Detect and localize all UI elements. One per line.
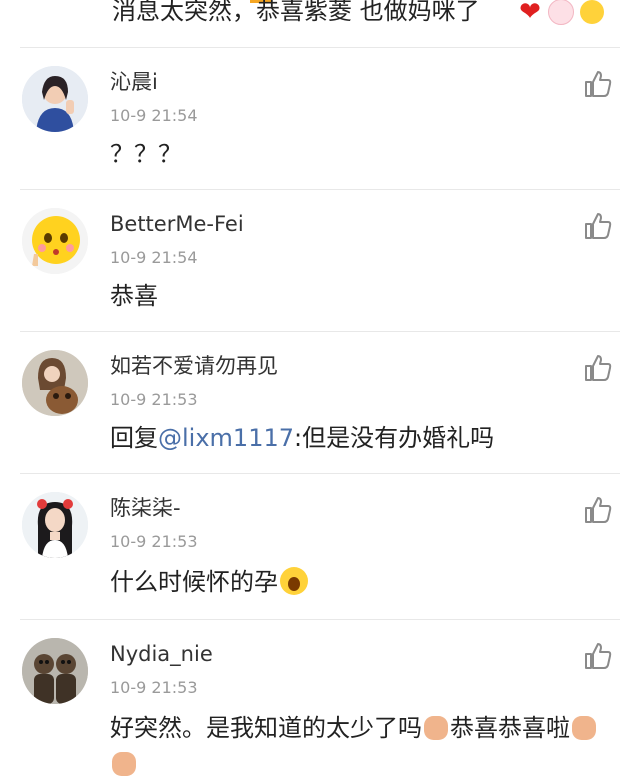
like-icon[interactable] <box>582 494 614 526</box>
avatar[interactable] <box>22 638 88 704</box>
comment-body: 好突然。是我知道的太少了吗 <box>110 714 422 742</box>
avatar[interactable] <box>22 492 88 558</box>
comment-list-page: 消息太突然，恭喜紫菱 也做妈咪了 ❤ 沁晨i 10-9 21:54 ？？？ Be… <box>0 0 640 779</box>
comment-item[interactable]: Nydia_nie 10-9 21:53 好突然。是我知道的太少了吗 恭喜恭喜啦 <box>0 620 640 779</box>
heart-icon: ❤ <box>519 0 541 27</box>
like-icon[interactable] <box>582 210 614 242</box>
like-icon[interactable] <box>582 68 614 100</box>
previous-comment-tail: 消息太突然，恭喜紫菱 也做妈咪了 ❤ <box>0 0 640 47</box>
like-icon[interactable] <box>582 640 614 672</box>
timestamp: 10-9 21:54 <box>110 248 198 267</box>
comment-item[interactable]: 沁晨i 10-9 21:54 ？？？ <box>0 48 640 190</box>
comment-text: 好突然。是我知道的太少了吗 恭喜恭喜啦 <box>110 710 612 779</box>
username[interactable]: 沁晨i <box>110 68 158 96</box>
avatar[interactable] <box>22 66 88 132</box>
username[interactable]: 陈柒柒- <box>110 494 181 522</box>
comment-text: ？？？ <box>110 140 182 168</box>
fist-icon <box>424 716 448 740</box>
timestamp: 10-9 21:54 <box>110 106 198 125</box>
avatar[interactable] <box>22 350 88 416</box>
timestamp: 10-9 21:53 <box>110 390 198 409</box>
shocked-face-icon <box>280 567 308 595</box>
comment-text: 恭喜 <box>110 282 158 310</box>
username[interactable]: Nydia_nie <box>110 640 213 668</box>
avatar[interactable] <box>22 208 88 274</box>
previous-comment-emojis: ❤ <box>518 0 604 27</box>
fist-icon <box>112 752 136 776</box>
comment-item[interactable]: 如若不爱请勿再见 10-9 21:53 回复@lixm1117:但是没有办婚礼吗 <box>0 332 640 474</box>
tongue-face-icon <box>580 0 604 24</box>
username[interactable]: BetterMe-Fei <box>110 210 244 238</box>
username[interactable]: 如若不爱请勿再见 <box>110 352 278 380</box>
comment-text: 什么时候怀的孕 <box>110 564 612 600</box>
comment-text: 回复@lixm1117:但是没有办婚礼吗 <box>110 420 612 456</box>
timestamp: 10-9 21:53 <box>110 532 198 551</box>
timestamp: 10-9 21:53 <box>110 678 198 697</box>
reply-prefix: 回复 <box>110 424 158 452</box>
fist-icon <box>572 716 596 740</box>
comment-body-continued: 恭喜恭喜啦 <box>450 714 570 742</box>
mention-link[interactable]: @lixm1117 <box>158 424 294 452</box>
comment-item[interactable]: 陈柒柒- 10-9 21:53 什么时候怀的孕 <box>0 474 640 620</box>
reply-body: :但是没有办婚礼吗 <box>294 424 495 452</box>
previous-comment-text: 消息太突然，恭喜紫菱 也做妈咪了 <box>112 0 480 25</box>
comment-item[interactable]: BetterMe-Fei 10-9 21:54 恭喜 <box>0 190 640 332</box>
blush-face-icon <box>548 0 574 25</box>
like-icon[interactable] <box>582 352 614 384</box>
